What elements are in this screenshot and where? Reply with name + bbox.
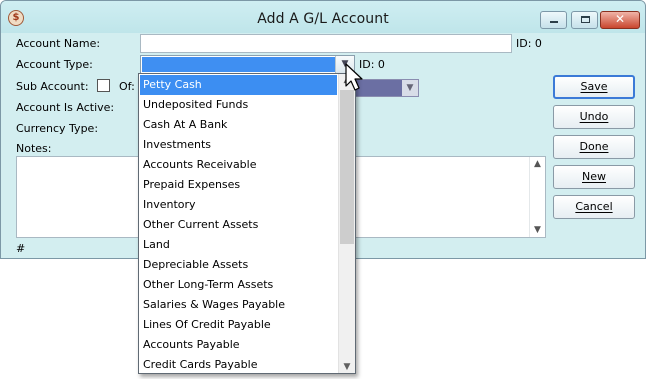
dropdown-option[interactable]: Land — [140, 235, 337, 255]
chevron-down-icon[interactable]: ▼ — [339, 362, 355, 372]
dropdown-option[interactable]: Salaries & Wages Payable — [140, 295, 337, 315]
sub-account-label: Sub Account: — [16, 80, 89, 93]
close-icon: ✕ — [614, 12, 626, 26]
dropdown-option[interactable]: Inventory — [140, 195, 337, 215]
dropdown-option[interactable]: Depreciable Assets — [140, 255, 337, 275]
scrollbar-thumb[interactable] — [340, 90, 354, 244]
sub-account-checkbox[interactable] — [97, 79, 110, 92]
account-type-label: Account Type: — [16, 58, 93, 71]
minimize-icon — [550, 21, 558, 23]
account-type-dropdown[interactable]: Petty Cash Undeposited Funds Cash At A Ban… — [138, 73, 356, 374]
dropdown-option[interactable]: Credit Cards Payable — [140, 355, 337, 375]
notes-label: Notes: — [16, 142, 52, 155]
id-label-top: ID: 0 — [516, 37, 542, 50]
dropdown-option[interactable]: Undeposited Funds — [140, 95, 337, 115]
dropdown-option[interactable]: Other Long-Term Assets — [140, 275, 337, 295]
account-type-value — [142, 57, 336, 72]
chevron-down-icon[interactable]: ▼ — [530, 225, 545, 235]
dropdown-option[interactable]: Petty Cash — [140, 75, 337, 95]
mouse-pointer-icon — [345, 63, 363, 91]
account-active-label: Account Is Active: — [16, 101, 115, 114]
undo-button[interactable]: Undo — [553, 105, 635, 129]
account-name-input[interactable] — [140, 34, 512, 53]
cancel-button[interactable]: Cancel — [553, 195, 635, 219]
dropdown-option[interactable]: Cash At A Bank — [140, 115, 337, 135]
dropdown-scrollbar[interactable]: ▲ ▼ — [338, 74, 355, 373]
maximize-icon — [581, 16, 590, 23]
new-button[interactable]: New — [553, 165, 635, 189]
minimize-button[interactable] — [540, 11, 567, 29]
dropdown-option[interactable]: Prepaid Expenses — [140, 175, 337, 195]
close-button[interactable]: ✕ — [600, 11, 640, 29]
dropdown-option[interactable]: Lines Of Credit Payable — [140, 315, 337, 335]
chevron-down-icon[interactable]: ▼ — [402, 80, 418, 96]
notes-scrollbar[interactable]: ▲ ▼ — [529, 157, 545, 237]
done-button[interactable]: Done — [553, 135, 635, 159]
dropdown-option[interactable]: Accounts Receivable — [140, 155, 337, 175]
dropdown-option[interactable]: Other Current Assets — [140, 215, 337, 235]
of-label: Of: — [119, 80, 135, 93]
chevron-up-icon[interactable]: ▲ — [530, 159, 545, 169]
dropdown-option[interactable]: Accounts Payable — [140, 335, 337, 355]
parent-account-combo[interactable]: ▼ — [355, 79, 419, 97]
title-bar[interactable]: $ Add A G/L Account ✕ — [1, 1, 645, 33]
record-marker: # — [16, 242, 26, 255]
maximize-button[interactable] — [571, 11, 598, 29]
save-button[interactable]: Save — [553, 75, 635, 99]
account-name-label: Account Name: — [16, 37, 101, 50]
dropdown-option[interactable]: Investments — [140, 135, 337, 155]
currency-type-label: Currency Type: — [16, 122, 99, 135]
account-type-combo[interactable]: ▼ — [140, 55, 355, 74]
